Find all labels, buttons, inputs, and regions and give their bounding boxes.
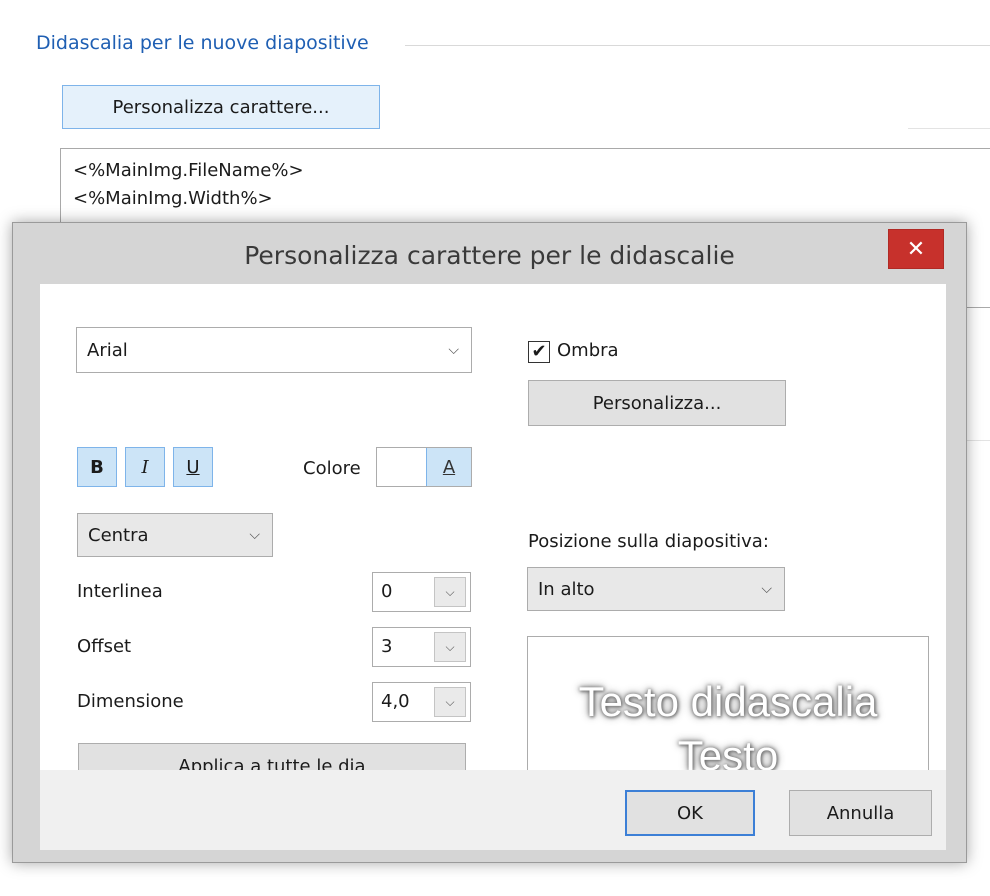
color-label: Colore bbox=[303, 458, 361, 479]
chevron-down-icon: ⌵ bbox=[249, 527, 260, 543]
divider bbox=[908, 128, 990, 129]
dialog-footer: OK Annulla bbox=[40, 770, 946, 850]
close-icon: ✕ bbox=[906, 236, 926, 262]
caption-line: <%MainImg.FileName%> bbox=[73, 160, 304, 181]
cancel-button[interactable]: Annulla bbox=[789, 790, 932, 836]
line-spacing-value: 0 bbox=[381, 581, 393, 602]
chevron-down-icon[interactable]: ⌵ bbox=[434, 687, 466, 717]
position-value: In alto bbox=[538, 578, 595, 600]
alignment-value: Centra bbox=[88, 524, 149, 546]
group-title: Didascalia per le nuove diapositive bbox=[36, 32, 377, 54]
bold-icon: B bbox=[90, 456, 104, 478]
dialog-title: Personalizza carattere per le didascalie bbox=[244, 241, 735, 270]
font-family-select[interactable]: Arial ⌵ bbox=[76, 327, 472, 373]
offset-value: 3 bbox=[381, 636, 393, 657]
chevron-down-icon: ⌵ bbox=[448, 342, 459, 358]
font-family-value: Arial bbox=[87, 339, 128, 361]
underline-icon: U bbox=[186, 456, 200, 478]
dialog-content: Arial ⌵ B I U Colore A Centra ⌵ Interlin… bbox=[40, 284, 946, 794]
size-label: Dimensione bbox=[77, 691, 184, 712]
line-spacing-select[interactable]: 0 ⌵ bbox=[372, 572, 471, 612]
text-color-button[interactable]: A bbox=[426, 448, 471, 486]
italic-icon: I bbox=[141, 456, 149, 478]
offset-select[interactable]: 3 ⌵ bbox=[372, 627, 471, 667]
shadow-label[interactable]: Ombra bbox=[557, 340, 619, 361]
italic-button[interactable]: I bbox=[125, 447, 165, 487]
shadow-checkbox[interactable]: ✔ bbox=[528, 341, 550, 363]
caption-line: <%MainImg.Width%> bbox=[73, 188, 273, 209]
ok-button[interactable]: OK bbox=[625, 790, 755, 836]
text-color-icon: A bbox=[442, 456, 456, 478]
chevron-down-icon: ⌵ bbox=[761, 581, 772, 597]
alignment-select[interactable]: Centra ⌵ bbox=[77, 513, 273, 557]
line-spacing-label: Interlinea bbox=[77, 581, 163, 602]
size-select[interactable]: 4,0 ⌵ bbox=[372, 682, 471, 722]
group-divider bbox=[405, 45, 990, 46]
customize-font-button[interactable]: Personalizza carattere... bbox=[62, 85, 380, 129]
offset-label: Offset bbox=[77, 636, 132, 657]
caption-font-dialog: Personalizza carattere per le didascalie… bbox=[12, 222, 967, 863]
size-value: 4,0 bbox=[381, 691, 410, 712]
bold-button[interactable]: B bbox=[77, 447, 117, 487]
chevron-down-icon[interactable]: ⌵ bbox=[434, 577, 466, 607]
checkmark-icon: ✔ bbox=[531, 341, 547, 362]
position-label: Posizione sulla diapositiva: bbox=[528, 531, 769, 552]
close-button[interactable]: ✕ bbox=[888, 229, 944, 269]
chevron-down-icon[interactable]: ⌵ bbox=[434, 632, 466, 662]
underline-button[interactable]: U bbox=[173, 447, 213, 487]
preview-line-1: Testo didascalia bbox=[578, 678, 878, 725]
color-picker[interactable]: A bbox=[376, 447, 472, 487]
position-select[interactable]: In alto ⌵ bbox=[527, 567, 785, 611]
customize-shadow-button[interactable]: Personalizza... bbox=[528, 380, 786, 426]
